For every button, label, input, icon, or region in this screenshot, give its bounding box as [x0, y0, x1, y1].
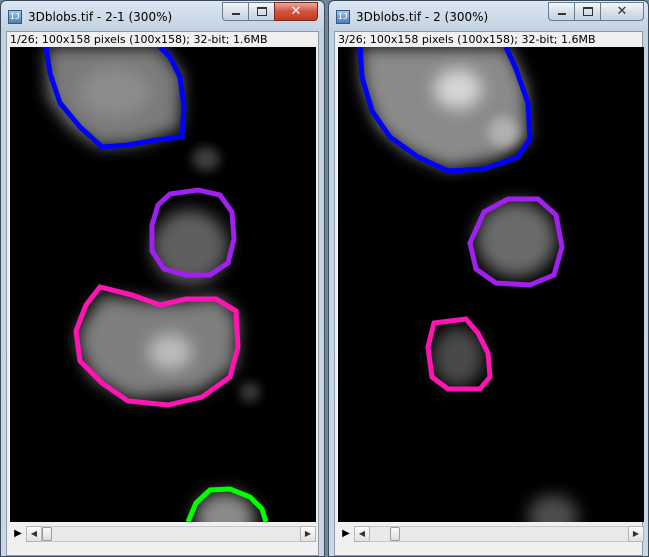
slice-scrollbar[interactable] [42, 525, 300, 542]
minimize-icon [557, 13, 566, 15]
maximize-icon [256, 7, 267, 16]
image-window-2-1[interactable]: IJ 3Dblobs.tif - 2-1 (300%) ✕ 1/26; 100x… [0, 0, 325, 557]
maximize-button[interactable] [248, 2, 274, 21]
blob-highlight [148, 334, 192, 370]
minimize-button[interactable] [548, 2, 574, 21]
window-controls: ✕ [222, 2, 318, 21]
slice-playbar: ▶ ◀ ▶ [10, 525, 316, 542]
window-title: 3Dblobs.tif - 2-1 (300%) [28, 10, 173, 24]
blob [432, 327, 484, 387]
maximize-button[interactable] [574, 2, 600, 21]
minimize-icon [231, 13, 240, 15]
title-bar[interactable]: IJ 3Dblobs.tif - 2 (300%) ✕ [329, 1, 648, 31]
window-client-area: 3/26; 100x158 pixels (100x158); 32-bit; … [334, 31, 644, 556]
close-icon: ✕ [290, 4, 302, 19]
maximize-icon [582, 7, 593, 16]
scroll-right-icon[interactable]: ▶ [628, 525, 644, 542]
scroll-left-icon[interactable]: ◀ [26, 525, 42, 542]
image-canvas-svg [10, 47, 316, 522]
scroll-thumb[interactable] [42, 526, 52, 541]
title-bar[interactable]: IJ 3Dblobs.tif - 2-1 (300%) ✕ [1, 1, 324, 31]
blob [240, 382, 260, 402]
window-controls: ✕ [548, 2, 644, 21]
scroll-thumb[interactable] [390, 526, 400, 541]
scroll-right-icon[interactable]: ▶ [300, 525, 316, 542]
slice-scrollbar[interactable] [370, 525, 628, 542]
close-button[interactable]: ✕ [274, 2, 318, 21]
window-client-area: 1/26; 100x158 pixels (100x158); 32-bit; … [6, 31, 319, 556]
imagej-app-icon: IJ [8, 10, 22, 24]
image-canvas-svg [338, 47, 644, 522]
image-info-text: 1/26; 100x158 pixels (100x158); 32-bit; … [10, 33, 268, 46]
window-title: 3Dblobs.tif - 2 (300%) [356, 10, 489, 24]
image-window-2[interactable]: IJ 3Dblobs.tif - 2 (300%) ✕ 3/26; 100x15… [328, 0, 649, 557]
image-canvas[interactable] [10, 47, 316, 522]
blob-highlight [80, 67, 150, 117]
blob-highlight [488, 117, 518, 147]
image-info-text: 3/26; 100x158 pixels (100x158); 32-bit; … [338, 33, 596, 46]
blob [192, 147, 220, 171]
image-canvas[interactable] [338, 47, 644, 522]
imagej-app-icon: IJ [336, 10, 350, 24]
slice-playbar: ▶ ◀ ▶ [338, 525, 644, 542]
scroll-left-icon[interactable]: ◀ [354, 525, 370, 542]
minimize-button[interactable] [222, 2, 248, 21]
play-icon[interactable]: ▶ [338, 526, 354, 542]
close-button[interactable]: ✕ [600, 2, 644, 21]
close-icon: ✕ [616, 4, 628, 19]
blob-highlight [434, 69, 482, 109]
play-icon[interactable]: ▶ [10, 526, 26, 542]
